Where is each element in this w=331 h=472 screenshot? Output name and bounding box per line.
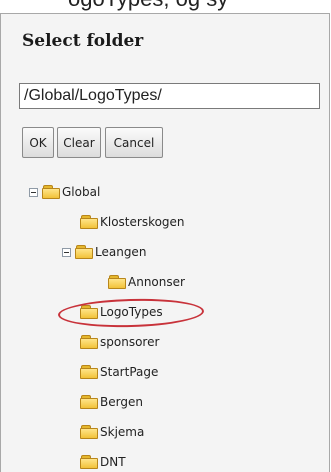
collapse-icon[interactable]: [62, 247, 71, 257]
folder-icon: [108, 274, 127, 290]
tree-item-sponsorer[interactable]: sponsorer: [80, 332, 159, 352]
folder-icon: [42, 184, 61, 200]
screenshot-stage: ogoTypes, og sy Select folder /Global/Lo…: [0, 0, 331, 472]
tree-item-label: Global: [62, 185, 101, 199]
tree-item-label: Bergen: [100, 395, 143, 409]
background-page-text: ogoTypes, og sy: [68, 0, 228, 12]
tree-item-label: Annonser: [128, 275, 185, 289]
ok-button[interactable]: OK: [22, 127, 54, 158]
tree-item-label: sponsorer: [100, 335, 160, 349]
collapse-icon[interactable]: [29, 187, 38, 197]
dialog-title: Select folder: [22, 31, 144, 51]
folder-icon: [80, 364, 99, 380]
cancel-button[interactable]: Cancel: [105, 127, 163, 158]
tree-item-global[interactable]: Global: [29, 182, 100, 202]
tree-item-bergen[interactable]: Bergen: [80, 392, 143, 412]
folder-icon: [80, 214, 99, 230]
folder-icon: [80, 394, 99, 410]
tree-item-label: DNT: [100, 455, 126, 469]
select-folder-dialog: [0, 13, 330, 472]
tree-item-startpage[interactable]: StartPage: [80, 362, 158, 382]
tree-item-annonser[interactable]: Annonser: [108, 272, 185, 292]
tree-item-label: Klosterskogen: [100, 215, 185, 229]
folder-icon: [80, 334, 99, 350]
tree-item-klosterskogen[interactable]: Klosterskogen: [80, 212, 185, 232]
folder-path-input[interactable]: /Global/LogoTypes/: [19, 83, 320, 109]
tree-item-label: StartPage: [100, 365, 159, 379]
tree-item-label: Skjema: [100, 425, 145, 439]
clear-button[interactable]: Clear: [57, 127, 101, 158]
folder-icon: [75, 244, 94, 260]
tree-item-dnt[interactable]: DNT: [80, 452, 126, 472]
folder-icon: [80, 454, 99, 470]
folder-icon: [80, 424, 99, 440]
tree-item-skjema[interactable]: Skjema: [80, 422, 144, 442]
tree-item-leangen[interactable]: Leangen: [62, 242, 146, 262]
tree-item-label: Leangen: [95, 245, 147, 259]
